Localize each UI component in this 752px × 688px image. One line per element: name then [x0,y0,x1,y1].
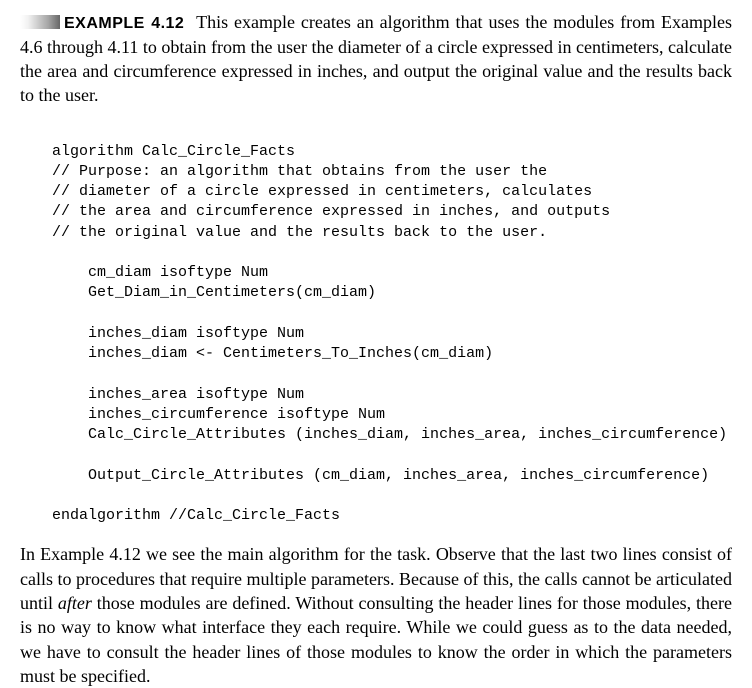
code-line: // the area and circumference expressed … [52,203,610,220]
code-line: algorithm Calc_Circle_Facts [52,143,295,160]
code-block: algorithm Calc_Circle_Facts // Purpose: … [52,121,732,526]
gradient-marker-icon [20,15,60,29]
code-line: inches_circumference isoftype Num [52,406,385,423]
code-line: inches_diam isoftype Num [52,325,304,342]
code-line: Calc_Circle_Attributes (inches_diam, inc… [52,426,727,443]
outro-paragraph: In Example 4.12 we see the main algorith… [20,542,732,688]
outro-italic: after [58,593,92,613]
code-line: cm_diam isoftype Num [52,264,268,281]
code-line: inches_diam <- Centimeters_To_Inches(cm_… [52,345,493,362]
code-line: Get_Diam_in_Centimeters(cm_diam) [52,284,376,301]
example-label: EXAMPLE 4.12 [64,15,184,32]
code-line: // Purpose: an algorithm that obtains fr… [52,163,547,180]
code-line: Output_Circle_Attributes (cm_diam, inche… [52,467,709,484]
code-line: inches_area isoftype Num [52,386,304,403]
code-line: // diameter of a circle expressed in cen… [52,183,592,200]
code-line: endalgorithm //Calc_Circle_Facts [52,507,340,524]
code-line: // the original value and the results ba… [52,224,547,241]
outro-text-2: those modules are defined. Without consu… [20,593,732,686]
intro-paragraph: EXAMPLE 4.12 This example creates an alg… [20,10,732,107]
